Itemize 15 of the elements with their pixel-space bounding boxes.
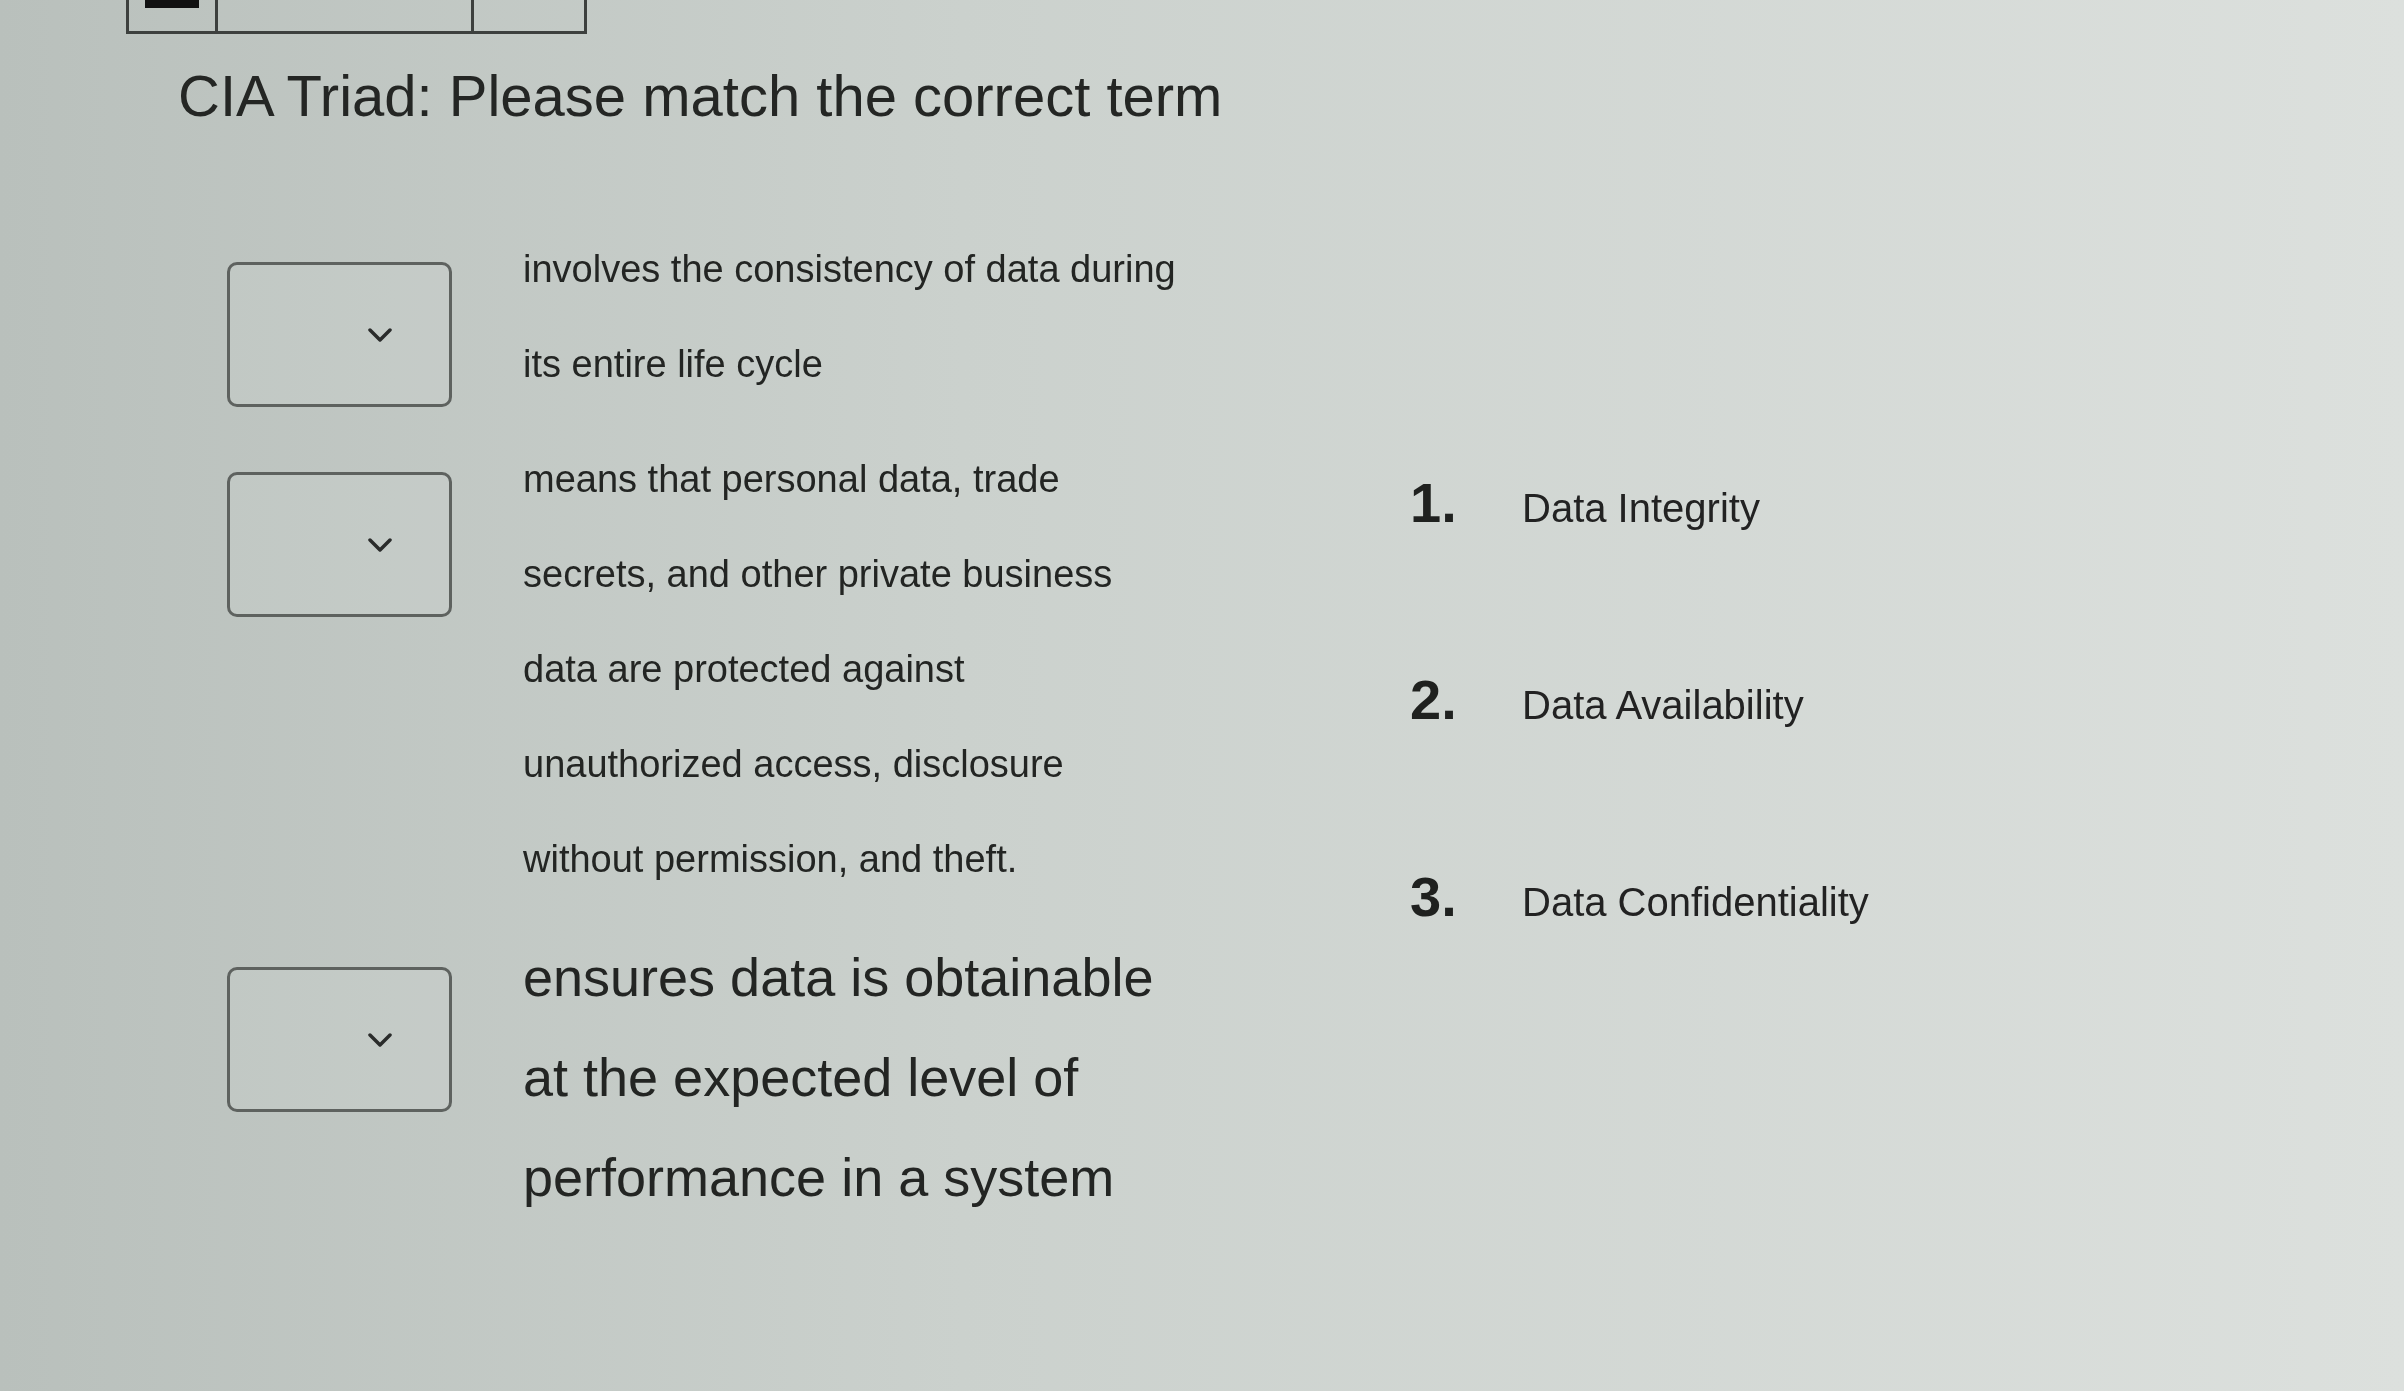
answer-dropdown[interactable] bbox=[227, 472, 452, 617]
option-number: 2. bbox=[1410, 667, 1458, 733]
question-title: CIA Triad: Please match the correct term bbox=[178, 62, 1224, 130]
statement-text: ensures data is obtainable at the expected level of performance in a system bbox=[523, 946, 1154, 1209]
answer-dropdown[interactable] bbox=[227, 967, 452, 1112]
option-label: Data Confidentiality bbox=[1522, 879, 1869, 926]
option-number: 1. bbox=[1410, 470, 1458, 536]
option-number: 3. bbox=[1410, 864, 1458, 930]
answer-dropdown[interactable] bbox=[227, 262, 452, 407]
statement-text: means that personal data, trade secrets, and other private business data are protected against unauthorized access, disclosure without permission, and theft. bbox=[523, 457, 1113, 882]
option-label: Data Integrity bbox=[1522, 485, 1760, 532]
chevron-down-icon bbox=[368, 1032, 392, 1047]
chevron-down-icon bbox=[368, 327, 392, 342]
option-label: Data Availability bbox=[1522, 682, 1804, 729]
chevron-down-icon bbox=[368, 537, 392, 552]
